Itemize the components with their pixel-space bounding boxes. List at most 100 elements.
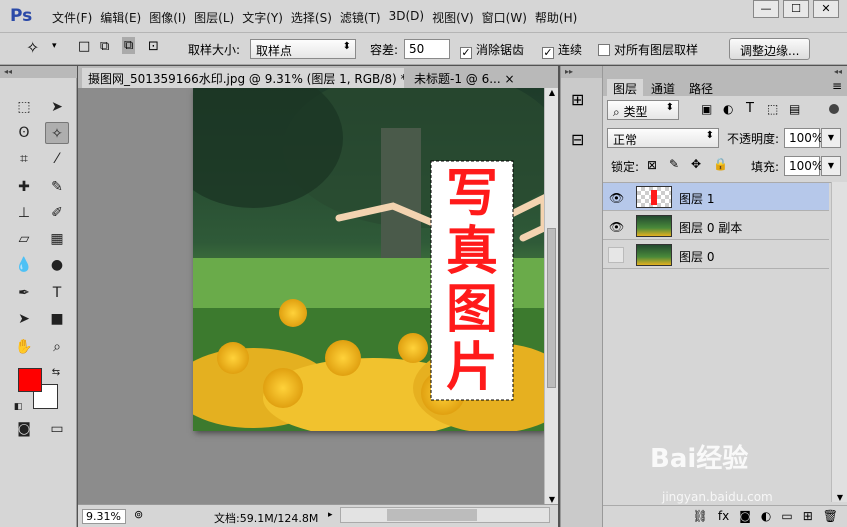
zoom-tool-icon[interactable]: ⌕ [45,336,69,358]
chevron-down-icon[interactable]: ▼ [821,156,841,176]
sample-size-select[interactable]: 取样点 ⬍ [250,39,356,59]
trash-icon[interactable]: 🗑 [823,506,838,527]
dodge-tool-icon[interactable]: ● [45,254,69,276]
marquee-tool-icon[interactable]: ⬚ [12,96,36,118]
scroll-down-icon[interactable]: ▼ [832,493,847,502]
tab-channels[interactable]: 通道 [645,79,681,96]
contiguous-checkbox[interactable]: ✓ 连续 [542,41,582,59]
menu-type[interactable]: 文字(Y) [242,9,291,26]
panel-menu-icon[interactable]: ≡ [832,79,842,93]
scroll-up-icon[interactable]: ▲ [545,88,559,97]
refine-edge-button[interactable]: 调整边缘... [729,38,811,60]
lock-transparent-icon[interactable]: ⊠ [647,158,657,172]
blend-mode-select[interactable]: 正常 ⬍ [607,128,719,148]
foreground-color-swatch[interactable] [18,368,42,392]
menu-view[interactable]: 视图(V) [432,9,482,26]
tab-paths[interactable]: 路径 [683,79,719,96]
eye-icon[interactable]: 👁 [608,189,624,205]
menu-help[interactable]: 帮助(H) [535,9,585,26]
lock-pixels-icon[interactable]: ✎ [669,157,679,171]
screen-mode-icon[interactable]: ▭ [45,418,69,440]
tab-layers[interactable]: 图层 [607,79,644,96]
new-layer-icon[interactable]: ⊞ [803,506,813,527]
menu-edit[interactable]: 编辑(E) [100,9,149,26]
scroll-down-icon[interactable]: ▼ [545,495,559,504]
eraser-tool-icon[interactable]: ▱ [12,228,36,250]
collapse-icon[interactable]: ◂◂ [0,66,77,78]
menu-window[interactable]: 窗口(W) [482,9,535,26]
magic-wand-icon[interactable]: ✧ [26,38,39,57]
vertical-scrollbar[interactable]: ▲ ▼ [544,88,558,504]
hidden-eye-icon[interactable] [608,247,624,263]
menu-3d[interactable]: 3D(D) [389,9,432,26]
filter-toggle-icon[interactable] [829,104,839,114]
new-selection-icon[interactable]: □ [78,39,90,54]
collapse-icon[interactable]: ▸▸ [561,66,603,78]
magic-wand-tool-icon[interactable]: ✧ [45,122,69,144]
move-tool-icon[interactable]: ➤ [45,96,69,118]
blur-tool-icon[interactable]: 💧 [12,254,36,276]
tolerance-input[interactable]: 50 [404,39,450,59]
add-selection-icon[interactable]: ⧉ [100,39,109,54]
brush-tool-icon[interactable]: ✎ [45,176,69,198]
expand-icon[interactable]: ◂◂ [603,66,847,78]
hand-tool-icon[interactable]: ✋ [12,336,36,358]
crop-tool-icon[interactable]: ⌗ [12,148,36,170]
maximize-button[interactable]: ☐ [783,0,809,18]
healing-brush-icon[interactable]: ✚ [12,176,36,198]
intersect-selection-icon[interactable]: ⊡ [148,39,159,54]
type-tool-icon[interactable]: T [45,282,69,304]
layer-row[interactable]: 👁 图层 1 [603,183,829,211]
horizontal-scrollbar[interactable] [340,507,550,523]
swap-colors-icon[interactable]: ⇆ [44,362,68,384]
fill-input[interactable]: 100% [784,156,823,176]
eye-icon[interactable]: 👁 [608,218,624,234]
path-select-icon[interactable]: ➤ [12,308,36,330]
chevron-down-icon[interactable]: ▾ [52,41,57,51]
tab-document-1[interactable]: 摄图网_501359166水印.jpg @ 9.31% (图层 1, RGB/8… [82,68,404,88]
close-tab-icon[interactable]: × [505,72,515,86]
filter-shape-icon[interactable]: ⬚ [767,102,778,116]
new-group-icon[interactable]: ▭ [781,506,792,527]
opacity-input[interactable]: 100% [784,128,823,148]
menu-select[interactable]: 选择(S) [291,9,340,26]
menu-image[interactable]: 图像(I) [149,9,194,26]
status-arrow-icon[interactable]: ▸ [328,510,333,520]
zoom-level[interactable]: 9.31% [82,509,126,524]
minimize-button[interactable]: — [753,0,779,18]
properties-icon[interactable]: ⊟ [571,130,584,149]
chevron-down-icon[interactable]: ▼ [821,128,841,148]
layer-row[interactable]: 👁 图层 0 副本 [603,212,829,240]
quick-mask-icon[interactable]: ◙ [12,418,36,440]
gradient-tool-icon[interactable]: ▦ [45,228,69,250]
eyedropper-tool-icon[interactable]: ⁄ [45,148,69,170]
subtract-selection-icon[interactable]: ⧉ [122,37,136,54]
filter-adjust-icon[interactable]: ◐ [723,102,733,116]
lock-all-icon[interactable]: 🔒 [713,157,728,171]
lasso-tool-icon[interactable]: ʘ [12,122,36,144]
layer-row[interactable]: 图层 0 [603,241,829,269]
layers-scrollbar[interactable]: ▼ [831,182,847,502]
default-colors-icon[interactable]: ◧ [6,396,30,418]
status-menu-icon[interactable]: ⊚ [134,508,143,521]
h-scroll-thumb[interactable] [387,509,477,521]
lock-position-icon[interactable]: ✥ [691,157,701,171]
menu-filter[interactable]: 滤镜(T) [340,9,389,26]
add-mask-icon[interactable]: ◙ [739,506,751,527]
pen-tool-icon[interactable]: ✒ [12,282,36,304]
menu-layer[interactable]: 图层(L) [194,9,242,26]
fx-icon[interactable]: fx [718,506,729,527]
scroll-thumb[interactable] [547,228,556,388]
filter-kind-select[interactable]: ⌕ 类型 ⬍ [607,100,679,120]
menu-file[interactable]: 文件(F) [52,9,100,26]
filter-pixel-icon[interactable]: ▣ [701,102,712,116]
shape-tool-icon[interactable]: ■ [45,308,69,330]
tab-document-2[interactable]: 未标题-1 @ 6... × [408,68,542,88]
adjustment-layer-icon[interactable]: ◐ [761,506,771,527]
canvas-area[interactable]: 写 真 图 片 [78,88,544,504]
close-button[interactable]: ✕ [813,0,839,18]
antialias-checkbox[interactable]: ✓ 消除锯齿 [460,41,524,59]
filter-smart-icon[interactable]: ▤ [789,102,800,116]
link-layers-icon[interactable]: ⛓ [693,506,708,527]
history-brush-icon[interactable]: ✐ [45,202,69,224]
